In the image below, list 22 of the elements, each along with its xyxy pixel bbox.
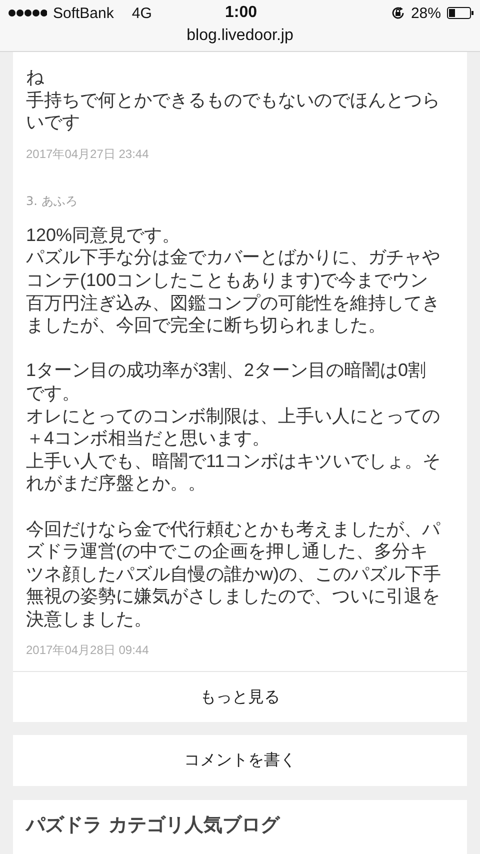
write-comment-button[interactable]: コメントを書く xyxy=(13,735,467,786)
rotation-lock-icon xyxy=(390,6,405,20)
section-title: パズドラ カテゴリ人気ブログ xyxy=(26,813,282,838)
comment-text: 今回だけなら金で代行頼むとかも考えましたが、パズドラ運営(の中でこの企画を押し通した、多分キツネ顔したパズル自慢の誰かw)の、このパズル下手無視の姿勢に嫌気がさしましたので、ついに引退を決意しました。 xyxy=(26,518,442,630)
comment-text: 上手い人でも、暗闇で11コンボはキツいでしょ。それがまだ序盤とか。。 xyxy=(26,450,442,495)
comment-text: オレにとってのコンボ制限は、上手い人にとっての＋4コンボ相当だと思います。 xyxy=(26,404,441,450)
battery-percent: 28% xyxy=(410,4,441,22)
clock-time: 1:00 xyxy=(224,4,258,22)
carrier-name: SoftBank xyxy=(53,4,114,22)
comment-text: 1ターン目の成功率が3割、2ターン目の暗闇は0割です。 xyxy=(26,359,428,405)
signal-icon xyxy=(8,8,47,18)
comment-date: 2017年04月28日 09:44 xyxy=(26,642,150,660)
network-type: 4G xyxy=(132,4,152,22)
comment-text: ね xyxy=(26,66,45,89)
address-bar-url[interactable]: blog.livedoor.jp xyxy=(0,27,480,45)
comment-text: パズル下手な分は金でカバーとばかりに、ガチャやコンテ(100コンしたこともあります)で今までウン百万円注ぎ込み、図鑑コンプの可能性を維持してきましたが、今回で完全に断ち切られました。 xyxy=(26,246,441,337)
more-button[interactable]: もっと見る xyxy=(13,671,467,722)
comment-author: 3. あふろ xyxy=(26,192,78,210)
comment-text: 120%同意見です。 xyxy=(26,224,182,246)
battery-icon xyxy=(447,7,474,19)
comment-text: 手持ちで何とかできるものでもないのでほんとつらいです xyxy=(26,88,441,134)
comment-date: 2017年04月27日 23:44 xyxy=(26,146,150,163)
